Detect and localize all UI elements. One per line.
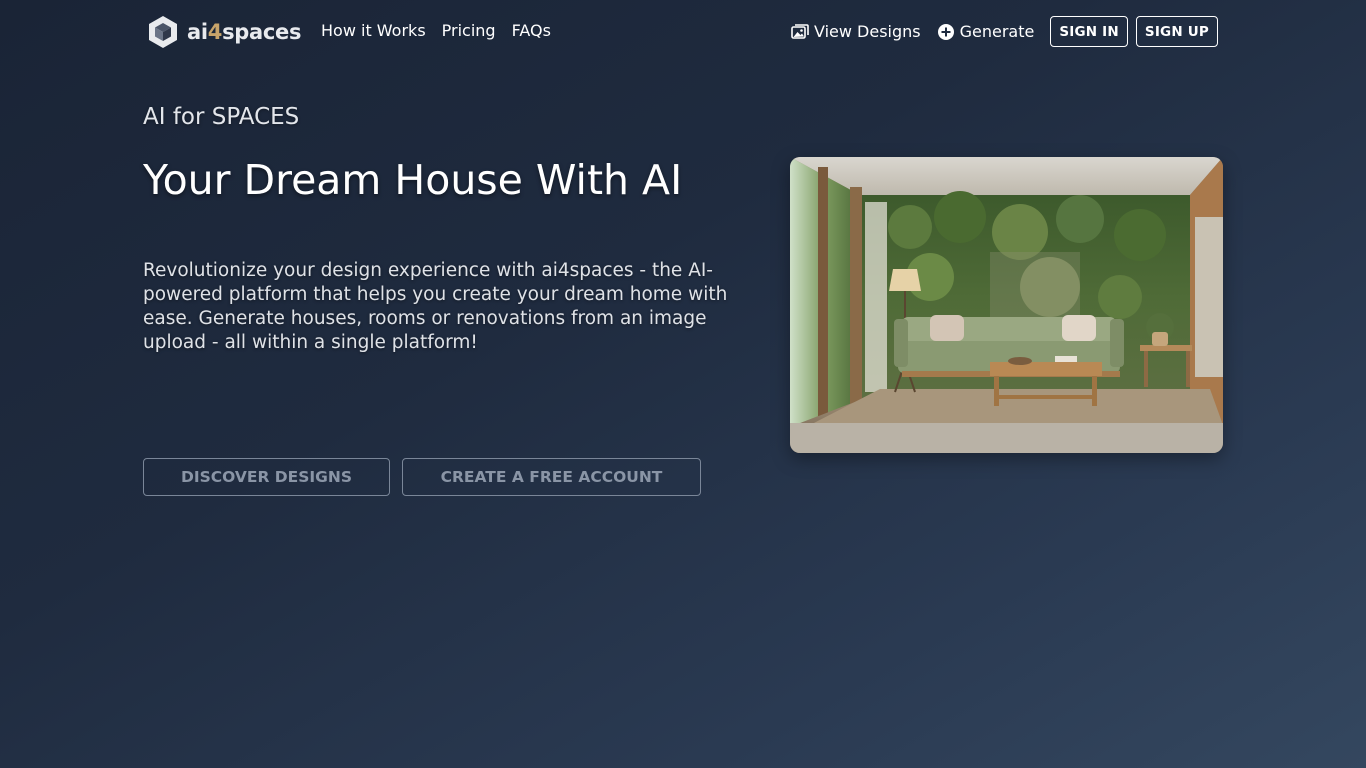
- cube-logo-icon: [149, 16, 177, 48]
- living-room-illustration: [790, 157, 1223, 453]
- create-free-account-button[interactable]: CREATE A FREE ACCOUNT: [402, 458, 701, 496]
- generate-link[interactable]: Generate: [937, 22, 1035, 41]
- nav-link-pricing[interactable]: Pricing: [442, 21, 496, 40]
- hero-eyebrow: AI for SPACES: [143, 104, 300, 130]
- brand-logo[interactable]: ai4spaces: [147, 14, 301, 50]
- brand-name: ai4spaces: [187, 20, 301, 44]
- hero-cta-row: DISCOVER DESIGNS CREATE A FREE ACCOUNT: [143, 458, 701, 496]
- hero-description: Revolutionize your design experience wit…: [143, 260, 728, 353]
- brand-name-suffix: spaces: [222, 20, 302, 44]
- discover-designs-button[interactable]: DISCOVER DESIGNS: [143, 458, 390, 496]
- sign-in-button[interactable]: SIGN IN: [1050, 16, 1128, 47]
- brand-name-four: 4: [207, 20, 223, 44]
- nav-links: How it Works Pricing FAQs: [321, 21, 551, 40]
- hero-living-room-image: [790, 157, 1223, 453]
- plus-circle-icon: [937, 23, 954, 40]
- nav-actions: View Designs Generate SIGN IN SIGN UP: [791, 16, 1218, 47]
- nav-link-how-it-works[interactable]: How it Works: [321, 21, 426, 40]
- hero-title: Your Dream House With AI: [143, 156, 683, 204]
- nav-link-faqs[interactable]: FAQs: [512, 21, 551, 40]
- top-navigation: ai4spaces How it Works Pricing FAQs View…: [0, 0, 1366, 64]
- view-designs-label: View Designs: [813, 22, 921, 41]
- sign-up-button[interactable]: SIGN UP: [1135, 16, 1218, 47]
- images-icon: [791, 23, 809, 39]
- view-designs-link[interactable]: View Designs: [791, 22, 921, 41]
- brand-name-prefix: ai: [187, 20, 208, 44]
- generate-label: Generate: [959, 22, 1035, 41]
